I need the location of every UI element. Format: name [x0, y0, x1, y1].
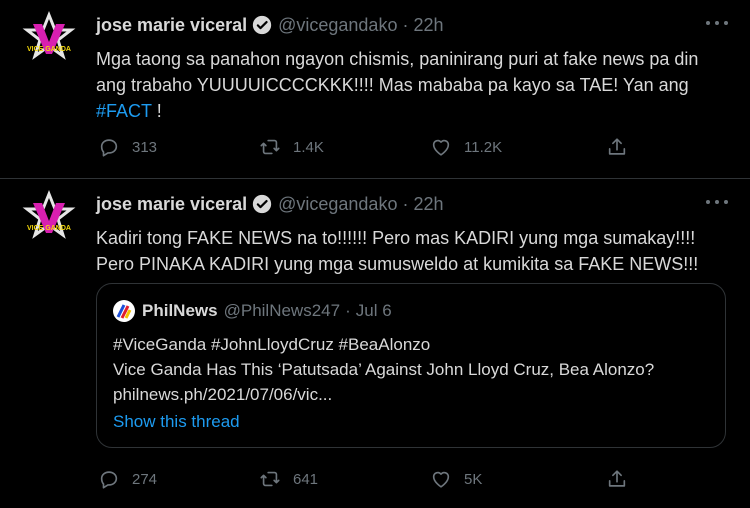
author-name[interactable]: jose marie viceral: [96, 194, 247, 215]
tweet-text-line: #FACT !: [96, 98, 716, 124]
tweet-actions: 313 1.4K 11.2K: [96, 136, 656, 160]
logo-text: VICE GANDA: [27, 46, 71, 53]
tweet-actions: 274 641 5K: [96, 468, 656, 492]
author-name[interactable]: jose marie viceral: [96, 15, 247, 36]
heart-icon: [432, 139, 450, 156]
hashtag-link[interactable]: #FACT: [96, 101, 152, 121]
tweet-text-line: Mga taong sa panahon ngayon chismis, pan…: [96, 49, 699, 69]
share-button[interactable]: [606, 468, 640, 490]
retweet-button[interactable]: 1.4K: [259, 136, 324, 158]
more-options-icon[interactable]: [706, 195, 728, 209]
retweet-count: 1.4K: [293, 138, 324, 156]
author-handle[interactable]: @vicegandako: [278, 15, 397, 36]
timestamp[interactable]: 22h: [413, 15, 443, 36]
retweet-count: 641: [293, 470, 319, 488]
tweet-text-end: !: [151, 101, 162, 121]
quoted-headline: Vice Ganda Has This ‘Patutsada’ Against …: [113, 360, 655, 379]
share-icon: [608, 138, 626, 155]
timeline: VICE GANDA jose marie viceral @viceganda…: [0, 0, 750, 508]
retweet-button[interactable]: 641: [259, 468, 318, 490]
more-options-icon[interactable]: [706, 16, 728, 30]
tweet-text-line: Pero PINAKA KADIRI yung mga sumusweldo a…: [96, 254, 699, 274]
quoted-tweet-text: #ViceGanda #JohnLloydCruz #BeaAlonzo Vic…: [113, 332, 713, 407]
reply-button[interactable]: 313: [98, 136, 157, 158]
separator: ·: [402, 14, 409, 35]
author-handle[interactable]: @vicegandako: [278, 194, 397, 215]
reply-icon: [100, 139, 118, 157]
like-count: 5K: [464, 470, 483, 488]
like-button[interactable]: 5K: [430, 468, 482, 490]
tweet-text: Kadiri tong FAKE NEWS na to!!!!!! Pero m…: [96, 225, 716, 277]
like-button[interactable]: 11.2K: [430, 136, 502, 158]
tweet-text-line: ang trabaho YUUUUICCCCKKK!!!! Mas mababa…: [96, 75, 689, 95]
tweet-header: jose marie viceral @vicegandako · 22h: [96, 191, 444, 217]
reply-icon: [100, 471, 118, 489]
heart-icon: [432, 471, 450, 488]
quoted-url: philnews.ph/2021/07/06/vic...: [113, 385, 333, 404]
verified-badge-icon: [252, 15, 272, 35]
reply-count: 313: [132, 138, 158, 156]
quoted-tweet[interactable]: PhilNews @PhilNews247 · Jul 6 #ViceGanda…: [96, 283, 726, 448]
tweet[interactable]: VICE GANDA jose marie viceral @viceganda…: [0, 0, 750, 179]
vice-ganda-logo: VICE GANDA: [22, 189, 76, 239]
quoted-tweet-header: PhilNews @PhilNews247 · Jul 6: [113, 298, 392, 324]
quoted-author-name: PhilNews: [142, 301, 218, 320]
show-thread-link[interactable]: Show this thread: [113, 412, 240, 432]
verified-badge-icon: [252, 194, 272, 214]
quoted-avatar: [113, 300, 135, 322]
separator: ·: [402, 193, 409, 214]
quoted-author-handle: @PhilNews247: [223, 301, 341, 320]
tweet-header: jose marie viceral @vicegandako · 22h: [96, 12, 444, 38]
share-button[interactable]: [606, 136, 640, 158]
tweet-text: Mga taong sa panahon ngayon chismis, pan…: [96, 46, 716, 124]
separator: ·: [345, 301, 351, 320]
vice-ganda-logo: VICE GANDA: [22, 10, 76, 60]
share-icon: [608, 470, 626, 487]
tweet-text-line: Kadiri tong FAKE NEWS na to!!!!!! Pero m…: [96, 228, 696, 248]
quoted-date: Jul 6: [355, 301, 392, 320]
logo-text: VICE GANDA: [27, 225, 71, 232]
tweet[interactable]: VICE GANDA jose marie viceral @viceganda…: [0, 179, 750, 508]
like-count: 11.2K: [464, 138, 503, 156]
reply-button[interactable]: 274: [98, 468, 157, 490]
reply-count: 274: [132, 470, 158, 488]
avatar[interactable]: VICE GANDA: [20, 189, 78, 247]
quoted-hashtags: #ViceGanda #JohnLloydCruz #BeaAlonzo: [113, 335, 431, 354]
timestamp[interactable]: 22h: [413, 194, 443, 215]
retweet-icon: [260, 139, 280, 155]
avatar[interactable]: VICE GANDA: [20, 10, 78, 68]
retweet-icon: [260, 471, 280, 487]
philnews-logo: [113, 300, 135, 322]
